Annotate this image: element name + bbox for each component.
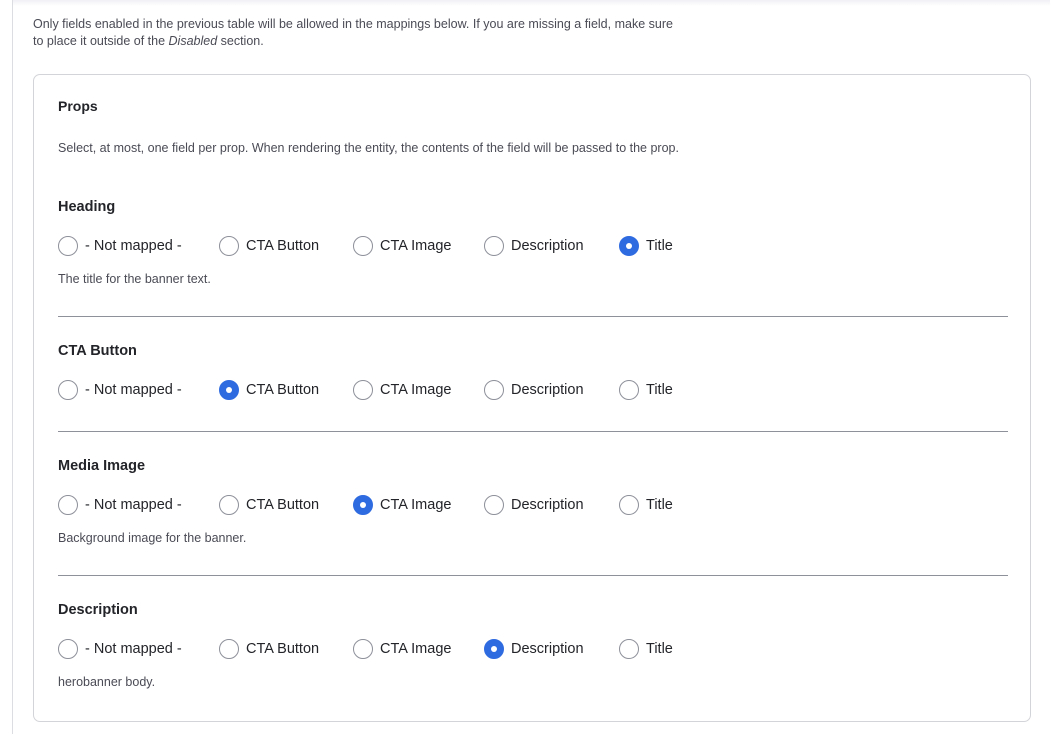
radio-label: - Not mapped - <box>85 497 182 513</box>
radio-label: Description <box>511 497 584 513</box>
radio-label: Title <box>646 382 673 398</box>
props-description: Select, at most, one field per prop. Whe… <box>58 141 679 155</box>
radio-checked-icon[interactable] <box>353 495 373 515</box>
prop-help-text: The title for the banner text. <box>58 272 211 286</box>
radio-option-not-mapped[interactable]: - Not mapped - <box>58 234 182 258</box>
divider <box>58 316 1008 317</box>
prop-help-text: herobanner body. <box>58 675 156 689</box>
radio-option-cta-image[interactable]: CTA Image <box>353 378 451 402</box>
radio-unchecked-icon[interactable] <box>58 380 78 400</box>
radio-option-cta-button[interactable]: CTA Button <box>219 234 319 258</box>
prop-help-text: Background image for the banner. <box>58 531 247 545</box>
radio-unchecked-icon[interactable] <box>353 380 373 400</box>
radio-label: - Not mapped - <box>85 641 182 657</box>
radio-option-not-mapped[interactable]: - Not mapped - <box>58 493 182 517</box>
radio-unchecked-icon[interactable] <box>219 236 239 256</box>
prop-label: Media Image <box>58 458 146 474</box>
radio-option-description[interactable]: Description <box>484 493 584 517</box>
radio-unchecked-icon[interactable] <box>484 236 504 256</box>
radio-option-not-mapped[interactable]: - Not mapped - <box>58 378 182 402</box>
radio-option-title[interactable]: Title <box>619 234 673 258</box>
radio-option-title[interactable]: Title <box>619 378 673 402</box>
radio-label: CTA Image <box>380 238 452 254</box>
intro-text-after: section. <box>217 34 264 48</box>
radio-unchecked-icon[interactable] <box>219 495 239 515</box>
radio-label: CTA Image <box>380 497 452 513</box>
radio-unchecked-icon[interactable] <box>219 639 239 659</box>
props-card: Props Select, at most, one field per pro… <box>33 74 1031 722</box>
radio-unchecked-icon[interactable] <box>619 380 639 400</box>
prop-label: Heading <box>58 199 116 215</box>
intro-emphasis: Disabled <box>168 34 218 48</box>
radio-label: Title <box>646 641 673 657</box>
radio-option-description[interactable]: Description <box>484 378 584 402</box>
radio-option-description[interactable]: Description <box>484 234 584 258</box>
left-border <box>12 0 13 734</box>
prop-group-heading: Heading - Not mapped - CTA Button CTA Imag… <box>58 197 1008 286</box>
radio-option-title[interactable]: Title <box>619 493 673 517</box>
radio-label: CTA Button <box>246 497 320 513</box>
radio-option-cta-image[interactable]: CTA Image <box>353 493 451 517</box>
radio-group: - Not mapped - CTA Button CTA Image Descrip… <box>58 493 1008 517</box>
radio-label: Description <box>511 641 584 657</box>
radio-checked-icon[interactable] <box>619 236 639 256</box>
radio-group: - Not mapped - CTA Button CTA Image Descrip… <box>58 378 1008 402</box>
prop-label: CTA Button <box>58 343 137 359</box>
radio-unchecked-icon[interactable] <box>58 495 78 515</box>
radio-unchecked-icon[interactable] <box>58 236 78 256</box>
radio-label: Description <box>511 382 584 398</box>
radio-option-cta-image[interactable]: CTA Image <box>353 234 451 258</box>
top-shadow <box>13 0 1050 6</box>
intro-text: Only fields enabled in the previous tabl… <box>33 16 673 50</box>
prop-group-cta-button: CTA Button - Not mapped - CTA Button CTA I… <box>58 341 1008 402</box>
radio-unchecked-icon[interactable] <box>58 639 78 659</box>
radio-checked-icon[interactable] <box>484 639 504 659</box>
radio-unchecked-icon[interactable] <box>353 236 373 256</box>
radio-label: CTA Button <box>246 382 320 398</box>
radio-option-cta-button[interactable]: CTA Button <box>219 637 319 661</box>
radio-label: Description <box>511 238 584 254</box>
radio-option-cta-button[interactable]: CTA Button <box>219 493 319 517</box>
prop-group-media-image: Media Image - Not mapped - CTA Button CTA … <box>58 456 1008 545</box>
radio-option-title[interactable]: Title <box>619 637 673 661</box>
radio-label: CTA Image <box>380 641 452 657</box>
radio-option-not-mapped[interactable]: - Not mapped - <box>58 637 182 661</box>
prop-group-description: Description - Not mapped - CTA Button CTA … <box>58 600 1008 689</box>
radio-unchecked-icon[interactable] <box>619 639 639 659</box>
radio-unchecked-icon[interactable] <box>484 495 504 515</box>
radio-option-description[interactable]: Description <box>484 637 584 661</box>
radio-label: CTA Button <box>246 238 320 254</box>
radio-option-cta-button[interactable]: CTA Button <box>219 378 319 402</box>
divider <box>58 431 1008 432</box>
intro-text-before: Only fields enabled in the previous tabl… <box>33 17 673 48</box>
radio-label: - Not mapped - <box>85 238 182 254</box>
radio-group: - Not mapped - CTA Button CTA Image Descrip… <box>58 234 1008 258</box>
divider <box>58 575 1008 576</box>
radio-checked-icon[interactable] <box>219 380 239 400</box>
prop-label: Description <box>58 602 138 618</box>
radio-label: Title <box>646 497 673 513</box>
radio-label: Title <box>646 238 673 254</box>
radio-group: - Not mapped - CTA Button CTA Image Descrip… <box>58 637 1008 661</box>
radio-unchecked-icon[interactable] <box>484 380 504 400</box>
radio-label: CTA Image <box>380 382 452 398</box>
props-title: Props <box>58 98 98 114</box>
radio-unchecked-icon[interactable] <box>353 639 373 659</box>
radio-unchecked-icon[interactable] <box>619 495 639 515</box>
radio-option-cta-image[interactable]: CTA Image <box>353 637 451 661</box>
radio-label: - Not mapped - <box>85 382 182 398</box>
radio-label: CTA Button <box>246 641 320 657</box>
